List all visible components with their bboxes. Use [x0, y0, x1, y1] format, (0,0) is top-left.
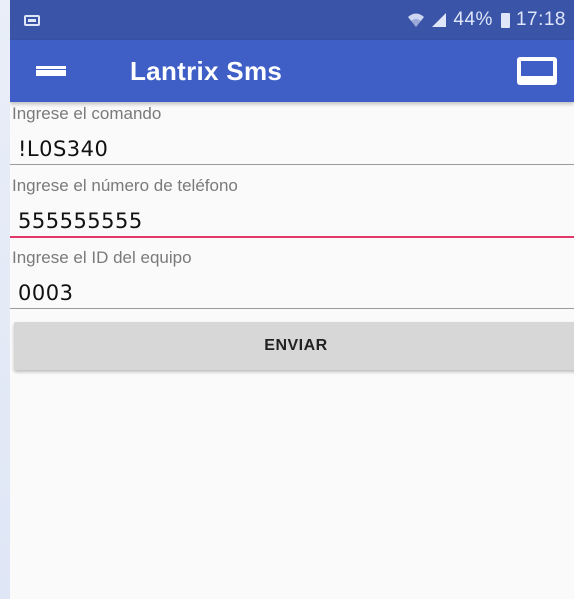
- command-label: Ingrese el comando: [12, 104, 162, 123]
- app-title: Lantrix Sms: [130, 55, 283, 86]
- app-bar: Lantrix Sms: [10, 40, 574, 102]
- cast-icon[interactable]: [516, 55, 558, 87]
- device-id-label: Ingrese el ID del equipo: [12, 248, 192, 267]
- phone-underline: [10, 236, 574, 238]
- wifi-icon: [407, 12, 425, 28]
- hamburger-menu-icon[interactable]: [36, 60, 68, 82]
- status-bar: 44% 17:18: [10, 0, 574, 40]
- notification-icon: [24, 14, 40, 26]
- device-id-input[interactable]: 0003: [18, 281, 73, 305]
- clock: 17:18: [515, 9, 566, 30]
- signal-icon: [431, 12, 447, 28]
- send-button[interactable]: ENVIAR: [14, 322, 574, 370]
- battery-icon: [500, 12, 510, 28]
- phone-screen: 44% 17:18 Lantrix Sms Ingrese el comando…: [10, 0, 574, 599]
- command-underline: [10, 164, 574, 165]
- phone-input[interactable]: 555555555: [18, 209, 143, 233]
- device-id-field[interactable]: Ingrese el ID del equipo 0003: [10, 246, 574, 318]
- command-input[interactable]: !L0S340: [18, 137, 108, 161]
- phone-label: Ingrese el número de teléfono: [12, 176, 238, 195]
- command-field[interactable]: Ingrese el comando !L0S340: [10, 102, 574, 174]
- battery-percent: 44%: [453, 9, 493, 30]
- phone-field[interactable]: Ingrese el número de teléfono 555555555: [10, 174, 574, 246]
- device-id-underline: [10, 308, 574, 309]
- sms-form: Ingrese el comando !L0S340 Ingrese el nú…: [10, 102, 574, 318]
